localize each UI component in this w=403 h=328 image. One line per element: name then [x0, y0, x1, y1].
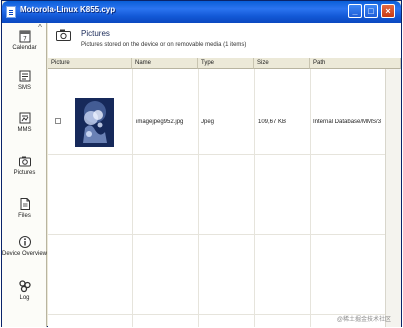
sidebar-item-pictures[interactable]: Pictures: [2, 154, 47, 177]
grid-line: [310, 69, 311, 327]
row-checkbox[interactable]: [55, 118, 61, 124]
sidebar-item-label: Calendar: [12, 45, 37, 51]
files-icon: [20, 198, 30, 210]
maximize-button[interactable]: □: [364, 4, 378, 18]
title-bar[interactable]: Motorola-Linux K855.cyp _ □ ×: [2, 1, 401, 23]
minimize-button[interactable]: _: [348, 4, 362, 18]
grid-line: [48, 154, 385, 155]
grid-line: [254, 69, 255, 327]
camera-icon: [18, 156, 31, 167]
grid-line: [48, 314, 385, 315]
cell-path: Internal Database/MMS/3: [313, 119, 382, 125]
calendar-icon: 7: [19, 30, 30, 43]
sidebar-item-label: Device Overview: [2, 251, 48, 257]
sidebar-item-label: Log: [19, 295, 30, 301]
cell-size: 109,67 KB: [258, 119, 287, 125]
main-panel: Pictures Pictures stored on the device o…: [48, 23, 401, 327]
document-icon: [6, 6, 16, 18]
info-icon: [18, 236, 31, 248]
grid-line: [132, 69, 133, 327]
cell-type: Jpeg: [201, 119, 215, 125]
picture-thumbnail[interactable]: [75, 98, 114, 147]
log-icon: [18, 280, 31, 293]
sms-icon: [19, 70, 30, 82]
picture-image: [75, 98, 114, 147]
sidebar: ^ 7 Calendar SMS MMS Pictures Files Devi…: [2, 23, 47, 327]
vertical-scrollbar[interactable]: [385, 69, 401, 327]
column-header-path[interactable]: Path: [310, 58, 401, 69]
column-header-picture[interactable]: Picture: [48, 58, 132, 69]
column-header-size[interactable]: Size: [254, 58, 310, 69]
page-subtitle: Pictures stored on the device or on remo…: [81, 42, 247, 48]
camera-icon: [56, 29, 71, 41]
cell-name: imagejpeg952.jpg: [136, 119, 184, 125]
sidebar-item-label: Pictures: [13, 170, 36, 176]
watermark: @稀土掘金技术社区: [336, 317, 391, 323]
section-header: Pictures Pictures stored on the device o…: [48, 23, 401, 55]
sidebar-item-label: SMS: [17, 85, 31, 91]
sidebar-item-log[interactable]: Log: [2, 279, 47, 302]
sidebar-item-label: MMS: [17, 127, 32, 133]
mms-icon: [19, 112, 30, 124]
pictures-table: Picture Name Type Size Path imagejpeg952…: [48, 58, 401, 327]
sidebar-item-files[interactable]: Files: [2, 197, 47, 220]
sidebar-item-mms[interactable]: MMS: [2, 111, 47, 134]
column-header-name[interactable]: Name: [132, 58, 198, 69]
sidebar-item-calendar[interactable]: 7 Calendar: [2, 29, 47, 52]
app-window: Motorola-Linux K855.cyp _ □ × ^ 7 Calend…: [1, 0, 402, 327]
svg-text:7: 7: [23, 36, 27, 43]
column-header-type[interactable]: Type: [198, 58, 254, 69]
grid-line: [48, 234, 385, 235]
close-button[interactable]: ×: [381, 4, 395, 18]
sidebar-item-label: Files: [18, 213, 31, 219]
window-title: Motorola-Linux K855.cyp: [20, 5, 116, 14]
grid-line: [198, 69, 199, 327]
sidebar-item-sms[interactable]: SMS: [2, 69, 47, 92]
page-title: Pictures: [81, 29, 110, 38]
sidebar-item-device-overview[interactable]: Device Overview: [2, 235, 47, 258]
